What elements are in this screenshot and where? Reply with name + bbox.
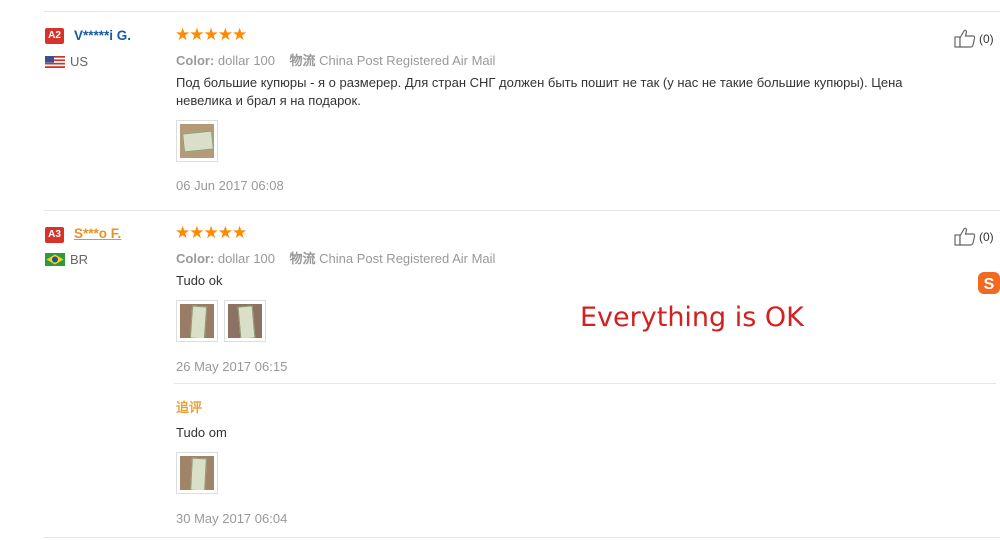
buyer-level-badge: A2 (45, 28, 64, 44)
translation-overlay: Everything is OK (580, 302, 804, 333)
logistics-value: China Post Registered Air Mail (319, 251, 496, 266)
svg-text:S: S (984, 276, 995, 293)
helpful-count: (0) (979, 229, 994, 244)
color-label: Color: (176, 251, 215, 266)
country-code: BR (70, 252, 89, 267)
color-label: Color: (176, 53, 215, 68)
country-code: US (70, 54, 89, 69)
review-text-line: невелика и брал я на подарок. (176, 93, 361, 108)
br-flag-icon (45, 253, 65, 266)
review-text-line: Под большие купюры - я о размерер. Для с… (176, 75, 903, 90)
buyer-level-badge: A3 (45, 227, 64, 243)
review-photo[interactable] (176, 300, 218, 342)
review-photo[interactable] (224, 300, 266, 342)
helpful-button[interactable]: (0) (954, 29, 994, 48)
followup-label: 追评 (176, 401, 203, 416)
top-divider (44, 11, 1000, 12)
bottom-divider (44, 537, 1000, 538)
color-value: dollar 100 (217, 53, 276, 68)
logistics-label: 物流 (289, 251, 316, 266)
rating-stars: ★★★★★ (175, 25, 247, 45)
review-date: 26 May 2017 06:15 (176, 359, 288, 374)
thumbs-up-icon (954, 227, 976, 246)
order-info: Color: dollar 100 物流 China Post Register… (176, 248, 495, 267)
thumbs-up-icon (954, 29, 976, 48)
followup-text: Tudo om (176, 425, 227, 440)
reviewer-country: US (45, 54, 88, 69)
reviewer-name[interactable]: S***o F. (74, 226, 121, 241)
color-value: dollar 100 (217, 251, 276, 266)
helpful-count: (0) (979, 31, 994, 46)
helpful-button[interactable]: (0) (954, 227, 994, 246)
review-text: Tudo ok (176, 273, 223, 288)
review-photo[interactable] (176, 120, 218, 162)
logistics-value: China Post Registered Air Mail (319, 53, 496, 68)
review-divider (44, 210, 1000, 211)
followup-photo[interactable] (176, 452, 218, 494)
followup-divider (174, 383, 996, 384)
review-date: 06 Jun 2017 06:08 (176, 178, 284, 193)
order-info: Color: dollar 100 物流 China Post Register… (176, 50, 495, 69)
sogou-icon[interactable]: S (976, 270, 1000, 296)
review-text: Под большие купюры - я о размерер. Для с… (176, 74, 976, 110)
reviewer-name[interactable]: V*****i G. (74, 28, 131, 43)
logistics-label: 物流 (289, 53, 316, 68)
reviewer-country: BR (45, 252, 88, 267)
rating-stars: ★★★★★ (175, 223, 247, 243)
followup-date: 30 May 2017 06:04 (176, 511, 288, 526)
us-flag-icon (45, 55, 65, 68)
